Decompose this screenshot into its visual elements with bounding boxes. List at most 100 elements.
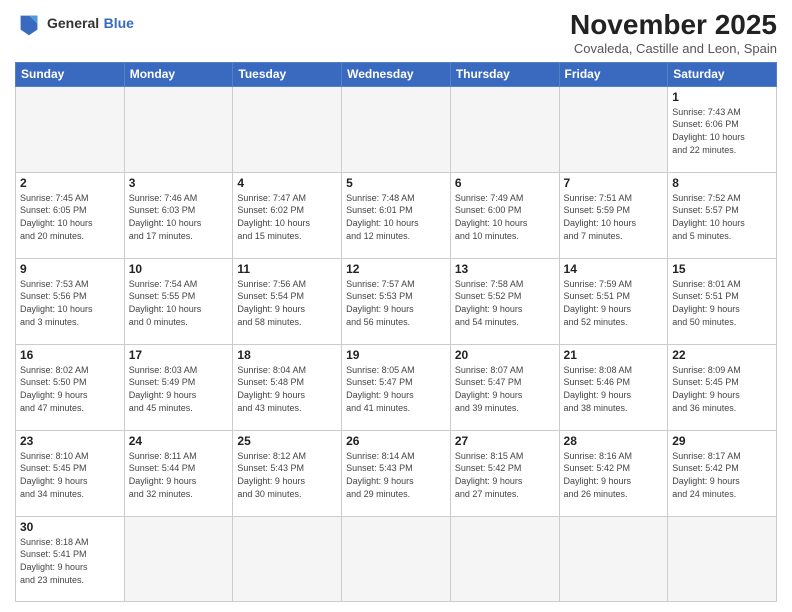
col-header-friday: Friday: [559, 62, 668, 86]
day-info: Sunrise: 8:18 AM Sunset: 5:41 PM Dayligh…: [20, 536, 120, 586]
day-number: 8: [672, 176, 772, 190]
calendar-cell: [124, 516, 233, 601]
calendar-cell: 12 Sunrise: 7:57 AM Sunset: 5:53 PM Dayli…: [342, 258, 451, 344]
day-number: 23: [20, 434, 120, 448]
calendar-cell: [342, 86, 451, 172]
calendar-cell: [450, 86, 559, 172]
calendar-cell: [450, 516, 559, 601]
calendar-cell: 23 Sunrise: 8:10 AM Sunset: 5:45 PM Dayli…: [16, 430, 125, 516]
page: General Blue November 2025 Covaleda, Cas…: [0, 0, 792, 612]
col-header-thursday: Thursday: [450, 62, 559, 86]
calendar-cell: [233, 516, 342, 601]
calendar-table: SundayMondayTuesdayWednesdayThursdayFrid…: [15, 62, 777, 602]
calendar-cell: [668, 516, 777, 601]
day-info: Sunrise: 8:12 AM Sunset: 5:43 PM Dayligh…: [237, 450, 337, 500]
day-info: Sunrise: 7:48 AM Sunset: 6:01 PM Dayligh…: [346, 192, 446, 242]
header: General Blue November 2025 Covaleda, Cas…: [15, 10, 777, 56]
calendar-cell: 24 Sunrise: 8:11 AM Sunset: 5:44 PM Dayli…: [124, 430, 233, 516]
day-info: Sunrise: 8:17 AM Sunset: 5:42 PM Dayligh…: [672, 450, 772, 500]
day-info: Sunrise: 7:59 AM Sunset: 5:51 PM Dayligh…: [564, 278, 664, 328]
col-header-saturday: Saturday: [668, 62, 777, 86]
day-info: Sunrise: 7:45 AM Sunset: 6:05 PM Dayligh…: [20, 192, 120, 242]
day-number: 26: [346, 434, 446, 448]
day-number: 14: [564, 262, 664, 276]
day-info: Sunrise: 8:15 AM Sunset: 5:42 PM Dayligh…: [455, 450, 555, 500]
logo-text: General Blue: [47, 15, 134, 33]
day-info: Sunrise: 7:49 AM Sunset: 6:00 PM Dayligh…: [455, 192, 555, 242]
calendar-cell: 1Sunrise: 7:43 AM Sunset: 6:06 PM Daylig…: [668, 86, 777, 172]
day-number: 2: [20, 176, 120, 190]
day-number: 19: [346, 348, 446, 362]
day-info: Sunrise: 7:53 AM Sunset: 5:56 PM Dayligh…: [20, 278, 120, 328]
calendar-week-row: 1Sunrise: 7:43 AM Sunset: 6:06 PM Daylig…: [16, 86, 777, 172]
day-number: 12: [346, 262, 446, 276]
day-number: 3: [129, 176, 229, 190]
day-number: 5: [346, 176, 446, 190]
calendar-header-row: SundayMondayTuesdayWednesdayThursdayFrid…: [16, 62, 777, 86]
calendar-cell: 13Sunrise: 7:58 AM Sunset: 5:52 PM Dayli…: [450, 258, 559, 344]
day-info: Sunrise: 8:10 AM Sunset: 5:45 PM Dayligh…: [20, 450, 120, 500]
day-number: 22: [672, 348, 772, 362]
col-header-wednesday: Wednesday: [342, 62, 451, 86]
day-info: Sunrise: 8:01 AM Sunset: 5:51 PM Dayligh…: [672, 278, 772, 328]
calendar-cell: 8 Sunrise: 7:52 AM Sunset: 5:57 PM Daylig…: [668, 172, 777, 258]
calendar-cell: 9 Sunrise: 7:53 AM Sunset: 5:56 PM Daylig…: [16, 258, 125, 344]
calendar-cell: 19 Sunrise: 8:05 AM Sunset: 5:47 PM Dayli…: [342, 344, 451, 430]
day-number: 16: [20, 348, 120, 362]
calendar-cell: 21 Sunrise: 8:08 AM Sunset: 5:46 PM Dayli…: [559, 344, 668, 430]
day-info: Sunrise: 7:51 AM Sunset: 5:59 PM Dayligh…: [564, 192, 664, 242]
day-info: Sunrise: 8:16 AM Sunset: 5:42 PM Dayligh…: [564, 450, 664, 500]
day-number: 17: [129, 348, 229, 362]
calendar-cell: 2 Sunrise: 7:45 AM Sunset: 6:05 PM Daylig…: [16, 172, 125, 258]
calendar-cell: 22 Sunrise: 8:09 AM Sunset: 5:45 PM Dayli…: [668, 344, 777, 430]
day-info: Sunrise: 7:57 AM Sunset: 5:53 PM Dayligh…: [346, 278, 446, 328]
day-number: 28: [564, 434, 664, 448]
calendar-cell: 7 Sunrise: 7:51 AM Sunset: 5:59 PM Daylig…: [559, 172, 668, 258]
calendar-cell: [342, 516, 451, 601]
calendar-cell: [559, 516, 668, 601]
day-info: Sunrise: 7:56 AM Sunset: 5:54 PM Dayligh…: [237, 278, 337, 328]
col-header-monday: Monday: [124, 62, 233, 86]
calendar-cell: 16 Sunrise: 8:02 AM Sunset: 5:50 PM Dayli…: [16, 344, 125, 430]
calendar-cell: 28 Sunrise: 8:16 AM Sunset: 5:42 PM Dayli…: [559, 430, 668, 516]
day-info: Sunrise: 8:03 AM Sunset: 5:49 PM Dayligh…: [129, 364, 229, 414]
col-header-tuesday: Tuesday: [233, 62, 342, 86]
day-info: Sunrise: 8:07 AM Sunset: 5:47 PM Dayligh…: [455, 364, 555, 414]
calendar-cell: 15 Sunrise: 8:01 AM Sunset: 5:51 PM Dayli…: [668, 258, 777, 344]
logo: General Blue: [15, 10, 134, 38]
calendar-week-row: 9 Sunrise: 7:53 AM Sunset: 5:56 PM Daylig…: [16, 258, 777, 344]
day-number: 24: [129, 434, 229, 448]
calendar-cell: [559, 86, 668, 172]
day-info: Sunrise: 8:09 AM Sunset: 5:45 PM Dayligh…: [672, 364, 772, 414]
title-block: November 2025 Covaleda, Castille and Leo…: [570, 10, 777, 56]
day-info: Sunrise: 7:52 AM Sunset: 5:57 PM Dayligh…: [672, 192, 772, 242]
day-info: Sunrise: 7:58 AM Sunset: 5:52 PM Dayligh…: [455, 278, 555, 328]
calendar-cell: 5 Sunrise: 7:48 AM Sunset: 6:01 PM Daylig…: [342, 172, 451, 258]
calendar-cell: [233, 86, 342, 172]
day-number: 10: [129, 262, 229, 276]
calendar-week-row: 2 Sunrise: 7:45 AM Sunset: 6:05 PM Daylig…: [16, 172, 777, 258]
calendar-cell: 20Sunrise: 8:07 AM Sunset: 5:47 PM Dayli…: [450, 344, 559, 430]
calendar-cell: 3Sunrise: 7:46 AM Sunset: 6:03 PM Daylig…: [124, 172, 233, 258]
calendar-cell: 4Sunrise: 7:47 AM Sunset: 6:02 PM Daylig…: [233, 172, 342, 258]
calendar-cell: 18Sunrise: 8:04 AM Sunset: 5:48 PM Dayli…: [233, 344, 342, 430]
day-info: Sunrise: 8:02 AM Sunset: 5:50 PM Dayligh…: [20, 364, 120, 414]
day-info: Sunrise: 8:08 AM Sunset: 5:46 PM Dayligh…: [564, 364, 664, 414]
day-number: 15: [672, 262, 772, 276]
day-number: 21: [564, 348, 664, 362]
calendar-cell: 30Sunrise: 8:18 AM Sunset: 5:41 PM Dayli…: [16, 516, 125, 601]
calendar-cell: 14 Sunrise: 7:59 AM Sunset: 5:51 PM Dayli…: [559, 258, 668, 344]
day-number: 9: [20, 262, 120, 276]
calendar-cell: 10Sunrise: 7:54 AM Sunset: 5:55 PM Dayli…: [124, 258, 233, 344]
day-number: 7: [564, 176, 664, 190]
day-number: 11: [237, 262, 337, 276]
col-header-sunday: Sunday: [16, 62, 125, 86]
day-info: Sunrise: 7:47 AM Sunset: 6:02 PM Dayligh…: [237, 192, 337, 242]
day-info: Sunrise: 8:04 AM Sunset: 5:48 PM Dayligh…: [237, 364, 337, 414]
day-info: Sunrise: 8:05 AM Sunset: 5:47 PM Dayligh…: [346, 364, 446, 414]
day-info: Sunrise: 8:14 AM Sunset: 5:43 PM Dayligh…: [346, 450, 446, 500]
calendar-cell: 11 Sunrise: 7:56 AM Sunset: 5:54 PM Dayli…: [233, 258, 342, 344]
logo-icon: [15, 10, 43, 38]
day-info: Sunrise: 8:11 AM Sunset: 5:44 PM Dayligh…: [129, 450, 229, 500]
calendar-cell: 17 Sunrise: 8:03 AM Sunset: 5:49 PM Dayli…: [124, 344, 233, 430]
